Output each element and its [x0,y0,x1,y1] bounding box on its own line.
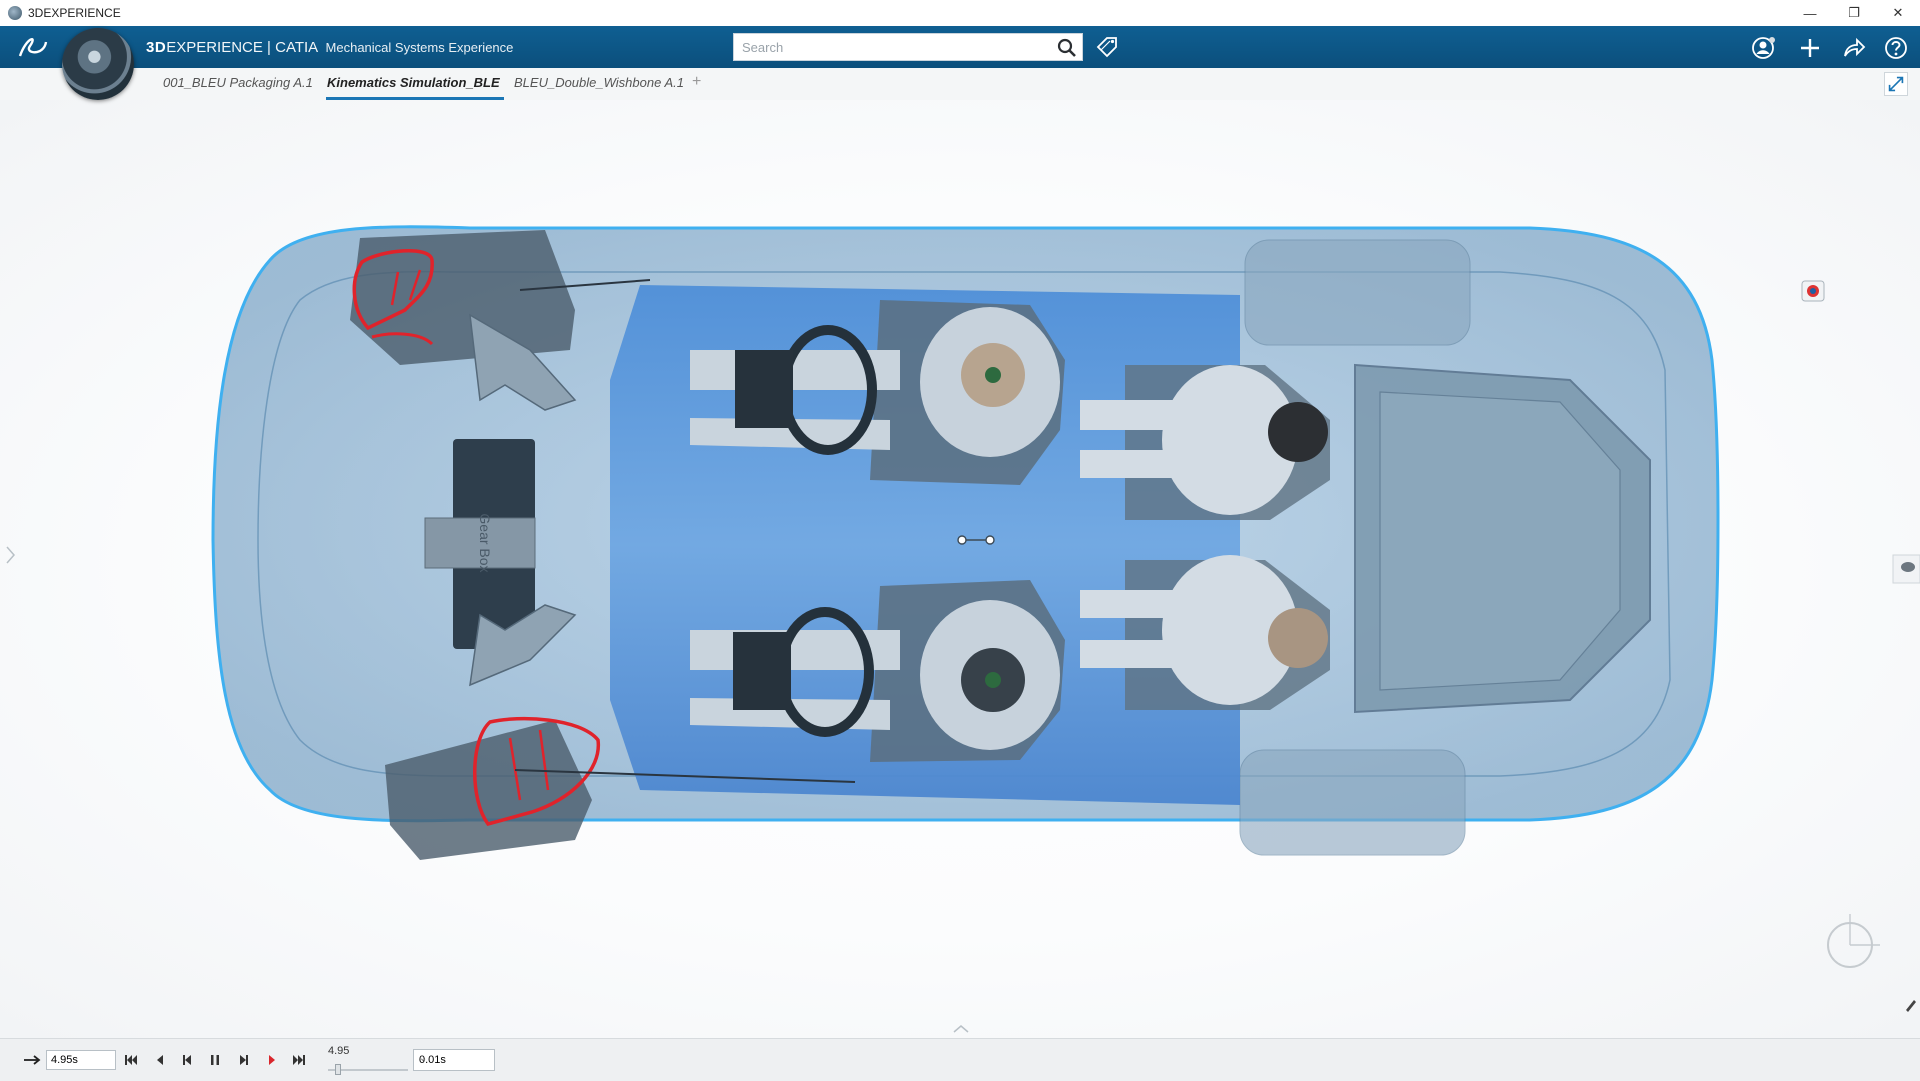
add-tab-icon[interactable]: + [692,73,701,91]
add-icon[interactable] [1796,34,1824,62]
minimize-icon[interactable]: — [1788,0,1832,26]
brand-bold: 3D [146,39,167,56]
play-icon[interactable] [263,1051,281,1069]
time-input[interactable] [46,1050,116,1070]
search-box [733,33,1083,61]
search-icon[interactable] [1056,37,1078,59]
tab-double-wishbone[interactable]: BLEU_Double_Wishbone A.1 [514,75,684,90]
front-wheel-upper [350,230,575,365]
skip-to-start-icon[interactable] [122,1051,140,1069]
app-name: Mechanical Systems Experience [325,40,514,55]
playback-bar: 4.95 0.01s ⌄ [0,1038,1920,1081]
left-panel-arrow-icon [6,546,15,564]
brand-title: 3DEXPERIENCE | CATIA Mechanical Systems … [146,39,513,56]
fullscreen-icon[interactable] [1884,72,1908,96]
car-model[interactable]: Gear Box [0,100,1920,1038]
window-title: 3DEXPERIENCE [28,6,121,20]
tab-packaging[interactable]: 001_BLEU Packaging A.1 [163,75,313,90]
share-icon[interactable] [1840,34,1868,62]
tab-bar: 001_BLEU Packaging A.1 Kinematics Simula… [0,68,1920,101]
play-reverse-icon[interactable] [151,1051,169,1069]
robot-icon [1801,280,1825,302]
brand-rest: EXPERIENCE | CATIA [166,39,318,56]
window-titlebar: 3DEXPERIENCE — ❐ ✕ [0,0,1920,27]
pause-icon[interactable] [206,1051,224,1069]
engine-label: Gear Box [477,513,493,572]
comment-icon [1892,554,1920,584]
search-input[interactable] [734,34,1055,60]
time-slider-thumb[interactable] [335,1064,341,1075]
close-icon[interactable]: ✕ [1876,0,1920,26]
direction-arrow-icon[interactable] [22,1052,42,1068]
pencil-icon [1906,1000,1916,1012]
compass-icon[interactable] [62,28,134,100]
top-bar: 3DEXPERIENCE | CATIA Mechanical Systems … [0,26,1920,68]
chevron-down-icon: ⌄ [419,1053,428,1064]
help-icon[interactable] [1882,34,1910,62]
slider-value: 4.95 [328,1045,350,1057]
orientation-compass-icon [1827,914,1880,968]
3d-viewport[interactable]: Gear Box [0,100,1920,1038]
skip-to-end-icon[interactable] [290,1051,308,1069]
app-icon [8,6,22,20]
user-profile-icon[interactable] [1750,34,1778,62]
tag-icon[interactable] [1094,34,1120,60]
step-forward-icon[interactable] [235,1051,253,1069]
ds-logo-icon[interactable] [16,32,50,62]
restore-icon[interactable]: ❐ [1832,0,1876,26]
step-back-icon[interactable] [178,1051,196,1069]
tab-kinematics-simulation[interactable]: Kinematics Simulation_BLE [327,75,500,90]
window-controls: — ❐ ✕ [1788,0,1920,26]
step-select[interactable]: 0.01s ⌄ [413,1049,495,1071]
expand-chevron-icon [953,1025,969,1033]
